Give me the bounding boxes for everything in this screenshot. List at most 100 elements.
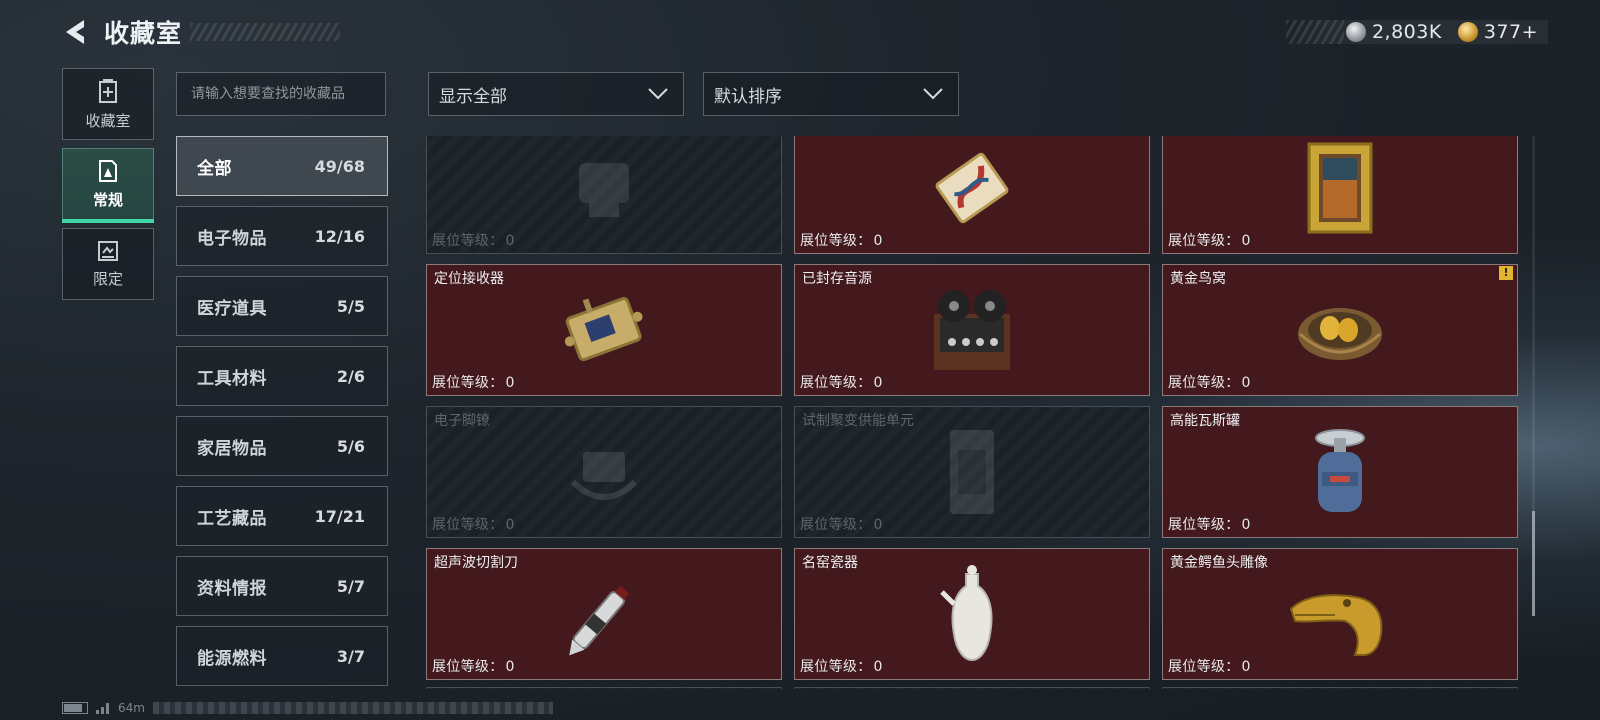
locator-receiver-icon — [549, 282, 659, 378]
category-crafts[interactable]: 工艺藏品 17/21 — [176, 486, 388, 546]
chevron-down-icon — [648, 88, 668, 100]
level-label: 展位等级： — [1168, 659, 1240, 675]
category-count: 49/68 — [314, 156, 365, 176]
collectible-card[interactable]: 展位等级： 0 — [1162, 136, 1518, 254]
alert-badge-icon: ! — [1499, 266, 1513, 280]
item-name: 黄金鳄鱼头雕像 — [1170, 555, 1268, 571]
level-value: 0 — [873, 375, 883, 391]
ankle-monitor-icon — [549, 424, 659, 520]
level-label: 展位等级： — [1168, 233, 1240, 249]
category-name: 电子物品 — [197, 228, 267, 249]
collectible-card[interactable]: 高能瓦斯罐 展位等级： 0 — [1162, 406, 1518, 538]
item-name: 试制聚变供能单元 — [802, 413, 914, 429]
rail-item-label: 限定 — [92, 269, 123, 288]
collectible-card[interactable] — [426, 687, 782, 689]
mode-rail: 收藏室 常规 限定 — [62, 68, 154, 308]
level-value: 0 — [505, 375, 515, 391]
category-name: 工具材料 — [197, 368, 267, 389]
regular-icon — [99, 159, 117, 182]
level-label: 展位等级： — [432, 517, 504, 533]
category-name: 家居物品 — [197, 438, 267, 459]
collectible-card[interactable]: 名窑瓷器 展位等级： 0 — [794, 548, 1150, 680]
rail-item-regular[interactable]: 常规 — [62, 148, 154, 223]
level-value: 0 — [505, 659, 515, 675]
level-label: 展位等级： — [800, 659, 872, 675]
item-name: 高能瓦斯罐 — [1170, 413, 1240, 429]
collectible-card[interactable]: 定位接收器 展位等级： 0 — [426, 264, 782, 396]
level-value: 0 — [1241, 517, 1251, 533]
collectible-card[interactable]: 黄金鳄鱼头雕像 展位等级： 0 — [1162, 548, 1518, 680]
level-value: 0 — [1241, 659, 1251, 675]
collectible-card[interactable]: 展位等级： 0 — [794, 136, 1150, 254]
category-household[interactable]: 家居物品 5/6 — [176, 416, 388, 476]
signal-icon — [96, 703, 109, 714]
level-value: 0 — [1241, 375, 1251, 391]
category-count: 5/7 — [336, 576, 365, 596]
porcelain-vase-icon — [917, 565, 1027, 662]
category-electronics[interactable]: 电子物品 12/16 — [176, 206, 388, 266]
category-all[interactable]: 全部 49/68 — [176, 136, 388, 196]
category-energy[interactable]: 能源燃料 3/7 — [176, 626, 388, 686]
category-count: 2/6 — [336, 366, 365, 386]
redacted-info — [152, 702, 553, 714]
category-name: 工艺藏品 — [197, 508, 267, 529]
silver-coin-icon — [1345, 22, 1366, 42]
level-value: 0 — [873, 233, 883, 249]
silver-coin-amount: 2,803K — [1371, 21, 1442, 43]
category-count: 17/21 — [314, 506, 365, 526]
back-arrow-icon[interactable] — [60, 14, 90, 50]
level-value: 0 — [1241, 233, 1251, 249]
level-label: 展位等级： — [432, 375, 504, 391]
status-bar: 64m — [62, 700, 553, 716]
item-name: 定位接收器 — [434, 271, 504, 287]
rail-item-collection[interactable]: 收藏室 — [62, 68, 154, 140]
collection-grid: 展位等级： 0 展位等级： 0 展位等级： 0 定位接收器 展位等级： 0 已封存音源 — [426, 136, 1524, 689]
level-value: 0 — [505, 233, 515, 249]
currency-bar: 2,803K 377+ — [1285, 20, 1548, 44]
framed-painting-icon — [1285, 140, 1395, 236]
sort-dropdown[interactable]: 默认排序 — [703, 72, 959, 116]
category-count: 3/7 — [336, 646, 365, 666]
collectible-card[interactable]: 超声波切割刀 展位等级： 0 — [426, 548, 782, 680]
category-count: 5/6 — [336, 436, 365, 456]
reel-recorder-icon — [917, 282, 1027, 378]
collectible-card[interactable]: 试制聚变供能单元 展位等级： 0 — [794, 406, 1150, 538]
collectible-card[interactable] — [1162, 687, 1518, 689]
limited-icon — [98, 240, 118, 261]
level-label: 展位等级： — [432, 659, 504, 675]
search-input[interactable] — [177, 73, 385, 115]
fusion-cell-icon — [917, 424, 1027, 520]
level-label: 展位等级： — [1168, 517, 1240, 533]
category-medical[interactable]: 医疗道具 5/5 — [176, 276, 388, 336]
gold-coin-amount[interactable]: 377+ — [1484, 21, 1538, 43]
header: 收藏室 — [60, 14, 341, 50]
chevron-down-icon — [923, 88, 943, 100]
collectible-card[interactable]: 展位等级： 0 — [426, 136, 782, 254]
currency-decoration — [1285, 20, 1344, 44]
category-tools[interactable]: 工具材料 2/6 — [176, 346, 388, 406]
gas-canister-icon — [1285, 424, 1395, 520]
collectible-card[interactable] — [794, 687, 1150, 689]
level-label: 展位等级： — [800, 517, 872, 533]
rail-item-label: 常规 — [92, 190, 123, 209]
display-filter-value: 显示全部 — [439, 86, 507, 107]
category-name: 能源燃料 — [197, 648, 267, 669]
display-filter-dropdown[interactable]: 显示全部 — [428, 72, 684, 116]
level-label: 展位等级： — [800, 233, 872, 249]
collection-room-icon — [99, 78, 117, 103]
scrollbar-thumb[interactable] — [1532, 511, 1535, 616]
ornate-card-icon — [917, 140, 1027, 236]
ultrasonic-cutter-icon — [549, 566, 659, 662]
golden-crocodile-icon — [1285, 566, 1395, 662]
device-icon — [549, 140, 659, 236]
collectible-card[interactable]: 黄金鸟窝 ! 展位等级： 0 — [1162, 264, 1518, 396]
item-name: 电子脚镣 — [434, 413, 490, 429]
rail-item-limited[interactable]: 限定 — [62, 228, 154, 300]
collectible-card[interactable]: 已封存音源 展位等级： 0 — [794, 264, 1150, 396]
category-name: 医疗道具 — [197, 298, 267, 319]
level-value: 0 — [873, 659, 883, 675]
collectible-card[interactable]: 电子脚镣 展位等级： 0 — [426, 406, 782, 538]
grid-scrollbar[interactable] — [1532, 136, 1535, 616]
category-intel[interactable]: 资料情报 5/7 — [176, 556, 388, 616]
battery-icon — [62, 702, 88, 714]
